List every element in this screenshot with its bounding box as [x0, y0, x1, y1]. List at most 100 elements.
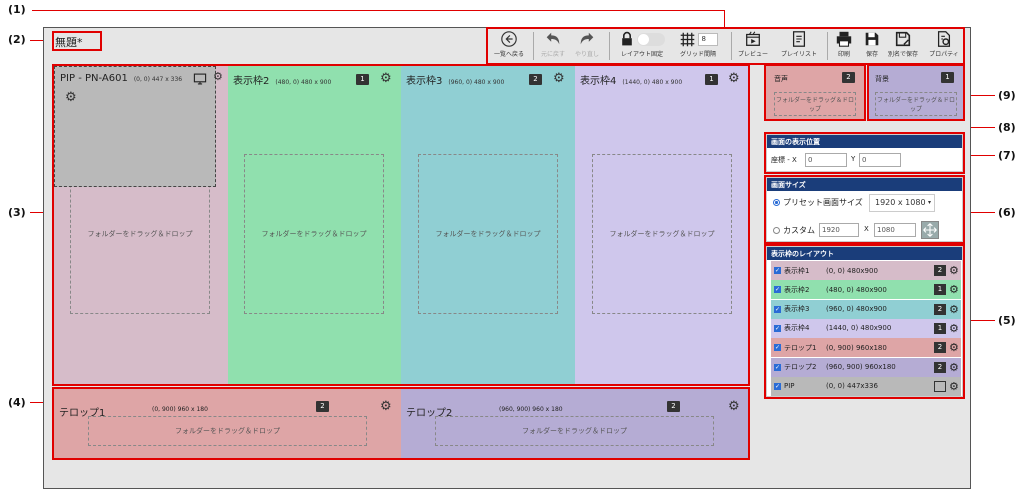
- preset-label: プリセット画面サイズ: [783, 198, 863, 207]
- telop-2-drop-zone[interactable]: フォルダーをドラッグ＆ドロップ: [435, 416, 714, 446]
- frame-4-badge: 1: [705, 74, 718, 85]
- position-y-input[interactable]: 0: [859, 153, 901, 167]
- background-frame[interactable]: 背景 1 フォルダーをドラッグ＆ドロップ: [869, 66, 963, 119]
- frame-3-gear-icon[interactable]: ⚙: [553, 72, 566, 85]
- properties-button[interactable]: プロパティ: [924, 30, 964, 66]
- toolbar-separator: [827, 32, 828, 60]
- lock-switch[interactable]: [637, 33, 665, 46]
- preview-button[interactable]: プレビュー: [734, 30, 772, 66]
- layout-row-coords: (960, 900) 960x180: [826, 363, 896, 371]
- frame-3-header: 表示枠3 (960, 0) 480 x 900: [406, 72, 504, 87]
- frame-4-gear-icon[interactable]: ⚙: [728, 72, 741, 85]
- frame-2-gear-icon[interactable]: ⚙: [380, 72, 393, 85]
- audio-drop-zone[interactable]: フォルダーをドラッグ＆ドロップ: [774, 92, 856, 116]
- telop-1-coords: (0, 900) 960 x 180: [152, 406, 208, 413]
- background-drop-zone[interactable]: フォルダーをドラッグ＆ドロップ: [875, 92, 957, 116]
- layout-row[interactable]: ✓ 表示枠1 (0, 0) 480x900 2 ⚙: [771, 261, 961, 280]
- preset-value: 1920 x 1080: [875, 198, 926, 207]
- layout-row[interactable]: ✓ テロップ1 (0, 900) 960x180 2 ⚙: [771, 338, 961, 358]
- save-icon: [865, 32, 879, 46]
- back-label: 一覧へ戻る: [494, 51, 525, 58]
- position-x-input[interactable]: 0: [805, 153, 847, 167]
- frame-1-gear-icon[interactable]: ⚙: [213, 70, 226, 83]
- layout-row-coords: (480, 0) 480x900: [826, 285, 887, 294]
- grid-label: グリッド間隔: [679, 51, 716, 58]
- back-button[interactable]: 一覧へ戻る: [494, 30, 524, 66]
- custom-x-label: X: [864, 225, 869, 233]
- layout-row-coords: (0, 900) 960x180: [826, 343, 887, 352]
- pip-frame[interactable]: PIP - PN-A601 (0, 0) 447 x 336 ⚙: [54, 66, 216, 187]
- print-button[interactable]: 印刷: [832, 30, 856, 66]
- callout-3: (3): [8, 206, 26, 219]
- layout-row-badge: 2: [934, 361, 946, 373]
- layout-row-checkbox[interactable]: ✓: [774, 267, 781, 274]
- custom-height-input[interactable]: 1080: [874, 223, 916, 237]
- frame-3[interactable]: 表示枠3 (960, 0) 480 x 900 2 ⚙ フォルダーをドラッグ＆ドロ…: [401, 66, 575, 384]
- layout-row-checkbox[interactable]: ✓: [774, 363, 781, 371]
- grid-value-input[interactable]: 8: [697, 33, 718, 46]
- frame-2[interactable]: 表示枠2 (480, 0) 480 x 900 1 ⚙ フォルダーをドラッグ＆ドロ…: [228, 66, 401, 384]
- layout-row-checkbox[interactable]: ✓: [774, 286, 781, 294]
- printer-icon: [836, 31, 852, 47]
- frame-2-drop-zone[interactable]: フォルダーをドラッグ＆ドロップ: [244, 154, 384, 314]
- layout-row-gear-icon[interactable]: ⚙: [949, 380, 959, 393]
- save-as-button[interactable]: 別名で保存: [885, 30, 921, 66]
- custom-radio[interactable]: [773, 227, 780, 234]
- layout-row-name: テロップ1: [784, 343, 817, 352]
- audio-frame[interactable]: 音声 2 フォルダーをドラッグ＆ドロップ: [766, 66, 864, 119]
- save-as-label: 別名で保存: [887, 51, 918, 58]
- layout-row-name: 表示枠2: [784, 285, 810, 294]
- frame-4-drop-zone[interactable]: フォルダーをドラッグ＆ドロップ: [592, 154, 732, 314]
- chevron-down-icon: ▾: [927, 199, 931, 206]
- redo-label: やり直し: [574, 51, 599, 58]
- layout-row-badge: 2: [934, 265, 946, 276]
- layout-row-gear-icon[interactable]: ⚙: [949, 303, 959, 316]
- layout-row[interactable]: ✓ 表示枠4 (1440, 0) 480x900 1 ⚙: [771, 318, 961, 338]
- pip-header: PIP - PN-A601 (0, 0) 447 x 336: [60, 73, 182, 84]
- layout-row-checkbox[interactable]: ✓: [774, 324, 781, 332]
- preset-radio[interactable]: [773, 199, 780, 206]
- callout-9: (9): [998, 89, 1016, 102]
- layout-row-name: テロップ2: [784, 363, 817, 371]
- playlist-button[interactable]: プレイリスト: [776, 30, 822, 66]
- telop-2-gear-icon[interactable]: ⚙: [728, 400, 741, 413]
- undo-button[interactable]: 元に戻す: [538, 30, 568, 66]
- preview-label: プレビュー: [737, 51, 768, 58]
- layout-row-checkbox[interactable]: ✓: [774, 305, 781, 313]
- save-button[interactable]: 保存: [860, 30, 884, 66]
- layout-row[interactable]: ✓ テロップ2 (960, 900) 960x180 2 ⚙: [771, 357, 961, 377]
- callout-5: (5): [998, 314, 1016, 327]
- telop-1-drop-zone[interactable]: フォルダーをドラッグ＆ドロップ: [88, 416, 367, 446]
- telop-1-gear-icon[interactable]: ⚙: [380, 400, 393, 413]
- lock-label: レイアウト固定: [620, 51, 663, 58]
- layout-row-gear-icon[interactable]: ⚙: [949, 264, 959, 277]
- grid-spacing-control[interactable]: 8 グリッド間隔: [674, 30, 722, 66]
- callout-6: (6): [998, 206, 1016, 219]
- layout-lock-toggle[interactable]: レイアウト固定: [614, 30, 670, 66]
- layout-row-checkbox[interactable]: ✓: [774, 344, 781, 352]
- screen-size-header: 画面サイズ: [767, 178, 962, 191]
- layout-row[interactable]: ✓ 表示枠3 (960, 0) 480x900 2 ⚙: [771, 299, 961, 319]
- custom-width-input[interactable]: 1920: [819, 223, 859, 237]
- redo-button[interactable]: やり直し: [570, 30, 604, 66]
- layout-row[interactable]: ✓ PIP (0, 0) 447x336 ⚙: [771, 376, 961, 396]
- playlist-icon: [792, 31, 806, 47]
- layout-row-badge: 1: [934, 284, 946, 296]
- layout-row-gear-icon[interactable]: ⚙: [949, 322, 959, 335]
- layout-row-gear-icon[interactable]: ⚙: [949, 283, 959, 296]
- layout-row-gear-icon[interactable]: ⚙: [949, 361, 959, 374]
- frame-2-header: 表示枠2 (480, 0) 480 x 900: [233, 72, 331, 87]
- pip-gear-icon[interactable]: ⚙: [65, 91, 78, 104]
- layout-row-gear-icon[interactable]: ⚙: [949, 341, 959, 354]
- frame-3-drop-zone[interactable]: フォルダーをドラッグ＆ドロップ: [418, 154, 558, 314]
- playlist-label: プレイリスト: [780, 51, 817, 58]
- apply-size-button[interactable]: [921, 221, 939, 239]
- telop-2-coords: (960, 900) 960 x 180: [499, 406, 563, 413]
- preset-select[interactable]: 1920 x 1080 ▾: [869, 194, 935, 212]
- frame-4[interactable]: 表示枠4 (1440, 0) 480 x 900 1 ⚙ フォルダーをドラッグ＆ド…: [575, 66, 748, 384]
- layout-row-checkbox[interactable]: ✓: [774, 382, 781, 390]
- layout-row[interactable]: ✓ 表示枠2 (480, 0) 480x900 1 ⚙: [771, 280, 961, 300]
- telop-1[interactable]: テロップ1 (0, 900) 960 x 180 2 ⚙ フォルダーをドラッグ＆…: [54, 389, 401, 458]
- telop-2[interactable]: テロップ2 (960, 900) 960 x 180 2 ⚙ フォルダーをドラッ…: [401, 389, 748, 458]
- layout-row-badge: 1: [934, 322, 946, 334]
